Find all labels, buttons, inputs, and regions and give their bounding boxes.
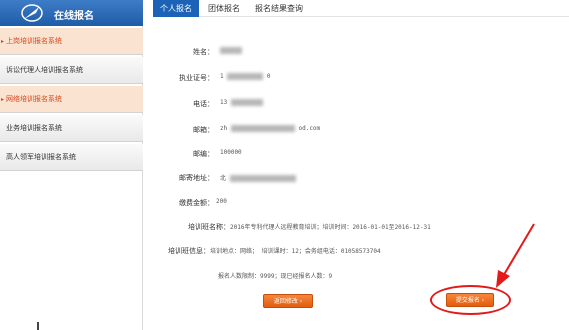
quota-info: 报名人数限制：9999；现已经报名人数：9 [218, 273, 333, 280]
email-prefix: zh [220, 125, 228, 132]
address-value: 北 [220, 173, 296, 182]
cert-number-suffix: 0 [266, 73, 271, 80]
tab-registration-result-query[interactable]: 报名结果查询 [249, 0, 309, 17]
sidebar-item-litigation-agent-training[interactable]: 诉讼代理人培训报名系统 [0, 57, 143, 84]
redacted-cert-number [227, 73, 264, 80]
annotation-arrow-icon [496, 223, 535, 288]
sidebar-item-online-training[interactable]: ▸ 网络培训报名系统 [0, 86, 143, 113]
tab-bar: 个人报名 团体报名 报名结果查询 [153, 0, 569, 17]
annotation-highlight-circle [430, 285, 511, 315]
sidebar-item-label: 上岗培训报名系统 [6, 37, 62, 45]
sidebar-item-label: 业务培训报名系统 [6, 124, 62, 132]
redacted-address [229, 175, 296, 182]
redacted-phone [230, 99, 263, 106]
sidebar-item-label: 诉讼代理人培训报名系统 [6, 66, 83, 74]
sidebar-item-label: 高人领军培训报名系统 [6, 153, 76, 161]
caret-right-icon: ▸ [1, 38, 5, 45]
training-name-value: 2016年专利代理人远程教育培训；培训时间：2016-01-01至2016-12… [230, 224, 431, 231]
email-value: zh od.com [220, 125, 320, 132]
phone-label: 电话： [193, 100, 214, 108]
fee-label: 缴费金额： [179, 199, 214, 207]
name-value [220, 47, 242, 54]
redacted-name [220, 47, 242, 54]
address-prefix: 北 [220, 175, 227, 182]
tab-individual-registration[interactable]: 个人报名 [153, 0, 199, 17]
fee-value: 200 [216, 198, 227, 205]
sidebar-item-leader-training[interactable]: 高人领军培训报名系统 [0, 144, 143, 171]
cert-number-value: 1 0 [220, 73, 271, 80]
redacted-email [230, 125, 295, 132]
back-edit-button[interactable]: 返回修改 › [263, 294, 313, 308]
sidebar-title: 在线报名 [54, 11, 94, 22]
cert-number-label: 执业证号： [179, 74, 214, 82]
name-label: 姓名： [193, 48, 214, 56]
training-info-label: 培训班信息： [168, 247, 210, 255]
zip-value: 100000 [220, 149, 242, 156]
sidebar-item-label: 网络培训报名系统 [6, 95, 62, 103]
sidebar-item-business-training[interactable]: 业务培训报名系统 [0, 115, 143, 142]
sidebar: 在线报名 ▸ 上岗培训报名系统 诉讼代理人培训报名系统 ▸ 网络培训报名系统 业… [0, 0, 143, 330]
training-name-label: 培训班名称： [188, 223, 230, 231]
phone-value: 13 [220, 99, 263, 106]
tab-group-registration[interactable]: 团体报名 [203, 0, 245, 17]
text-cursor-icon [37, 322, 39, 330]
cert-number-prefix: 1 [220, 73, 224, 80]
sidebar-header: 在线报名 [0, 0, 143, 26]
sidebar-item-onboarding-training[interactable]: ▸ 上岗培训报名系统 [0, 28, 143, 55]
zip-label: 邮编： [193, 150, 214, 158]
email-label: 邮箱： [193, 126, 214, 134]
caret-right-icon: ▸ [1, 96, 5, 103]
address-label: 邮寄地址： [179, 174, 214, 182]
email-suffix: od.com [298, 125, 321, 132]
phone-prefix: 13 [220, 99, 228, 106]
online-registration-icon [21, 4, 43, 22]
training-info-value: 培训地点：网络； 培训课时：12；会务组电话：01058573704 [210, 248, 381, 255]
